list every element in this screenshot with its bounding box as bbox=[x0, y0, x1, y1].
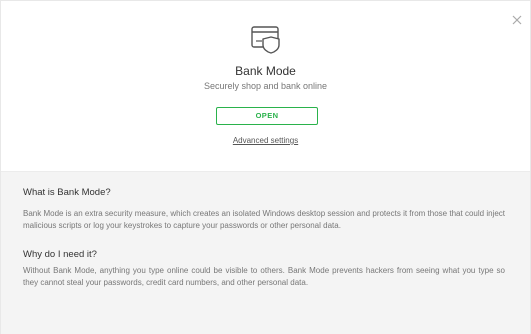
what-is-heading: What is Bank Mode? bbox=[23, 187, 111, 198]
card-shield-icon bbox=[251, 26, 280, 54]
bank-mode-dialog: Bank Mode Securely shop and bank online … bbox=[0, 0, 531, 334]
dialog-title: Bank Mode bbox=[235, 64, 296, 78]
advanced-settings-row: Advanced settings bbox=[1, 136, 530, 145]
why-need-text: Without Bank Mode, anything you type onl… bbox=[23, 266, 505, 287]
close-icon[interactable] bbox=[510, 13, 524, 27]
what-is-text: Bank Mode is an extra security measure, … bbox=[23, 209, 505, 230]
dialog-subtitle: Securely shop and bank online bbox=[203, 81, 328, 91]
why-need-heading: Why do I need it? bbox=[23, 249, 97, 260]
header-panel: Bank Mode Securely shop and bank online … bbox=[1, 1, 530, 171]
advanced-settings-link[interactable]: Advanced settings bbox=[233, 136, 298, 145]
open-button[interactable]: OPEN bbox=[216, 107, 318, 125]
